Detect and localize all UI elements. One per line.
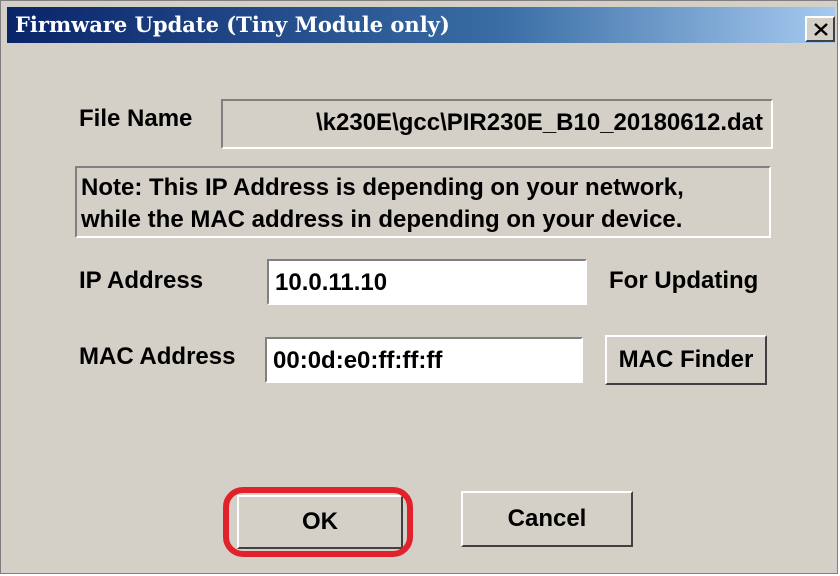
file-name-label: File Name — [79, 105, 193, 132]
file-name-field: \k230E\gcc\PIR230E_B10_20180612.dat — [221, 99, 773, 149]
mac-address-input[interactable]: 00:0d:e0:ff:ff:ff — [265, 337, 583, 383]
file-name-value: \k230E\gcc\PIR230E_B10_20180612.dat — [316, 109, 763, 136]
ip-address-label: IP Address — [79, 267, 204, 294]
for-updating-label: For Updating — [609, 267, 759, 294]
mac-finder-button-label: MAC Finder — [618, 346, 754, 373]
cancel-button[interactable]: Cancel — [461, 491, 633, 547]
ip-address-input[interactable]: 10.0.11.10 — [267, 259, 587, 305]
mac-finder-button[interactable]: MAC Finder — [605, 335, 767, 385]
ip-address-value: 10.0.11.10 — [275, 269, 388, 296]
note-line-1: Note: This IP Address is depending on yo… — [81, 174, 684, 201]
close-icon — [814, 23, 828, 36]
title-bar[interactable]: Firmware Update (Tiny Module only) — [7, 7, 835, 43]
cancel-button-label: Cancel — [507, 505, 587, 532]
ok-highlight-annotation — [223, 487, 413, 557]
mac-address-label: MAC Address — [79, 343, 236, 370]
note-box: Note: This IP Address is depending on yo… — [75, 166, 771, 238]
window-title: Firmware Update (Tiny Module only) — [15, 12, 450, 37]
mac-address-value: 00:0d:e0:ff:ff:ff — [273, 347, 443, 374]
firmware-update-dialog: Firmware Update (Tiny Module only) File … — [0, 0, 838, 574]
note-line-2: while the MAC address in depending on yo… — [81, 206, 683, 233]
close-button[interactable] — [805, 16, 835, 42]
